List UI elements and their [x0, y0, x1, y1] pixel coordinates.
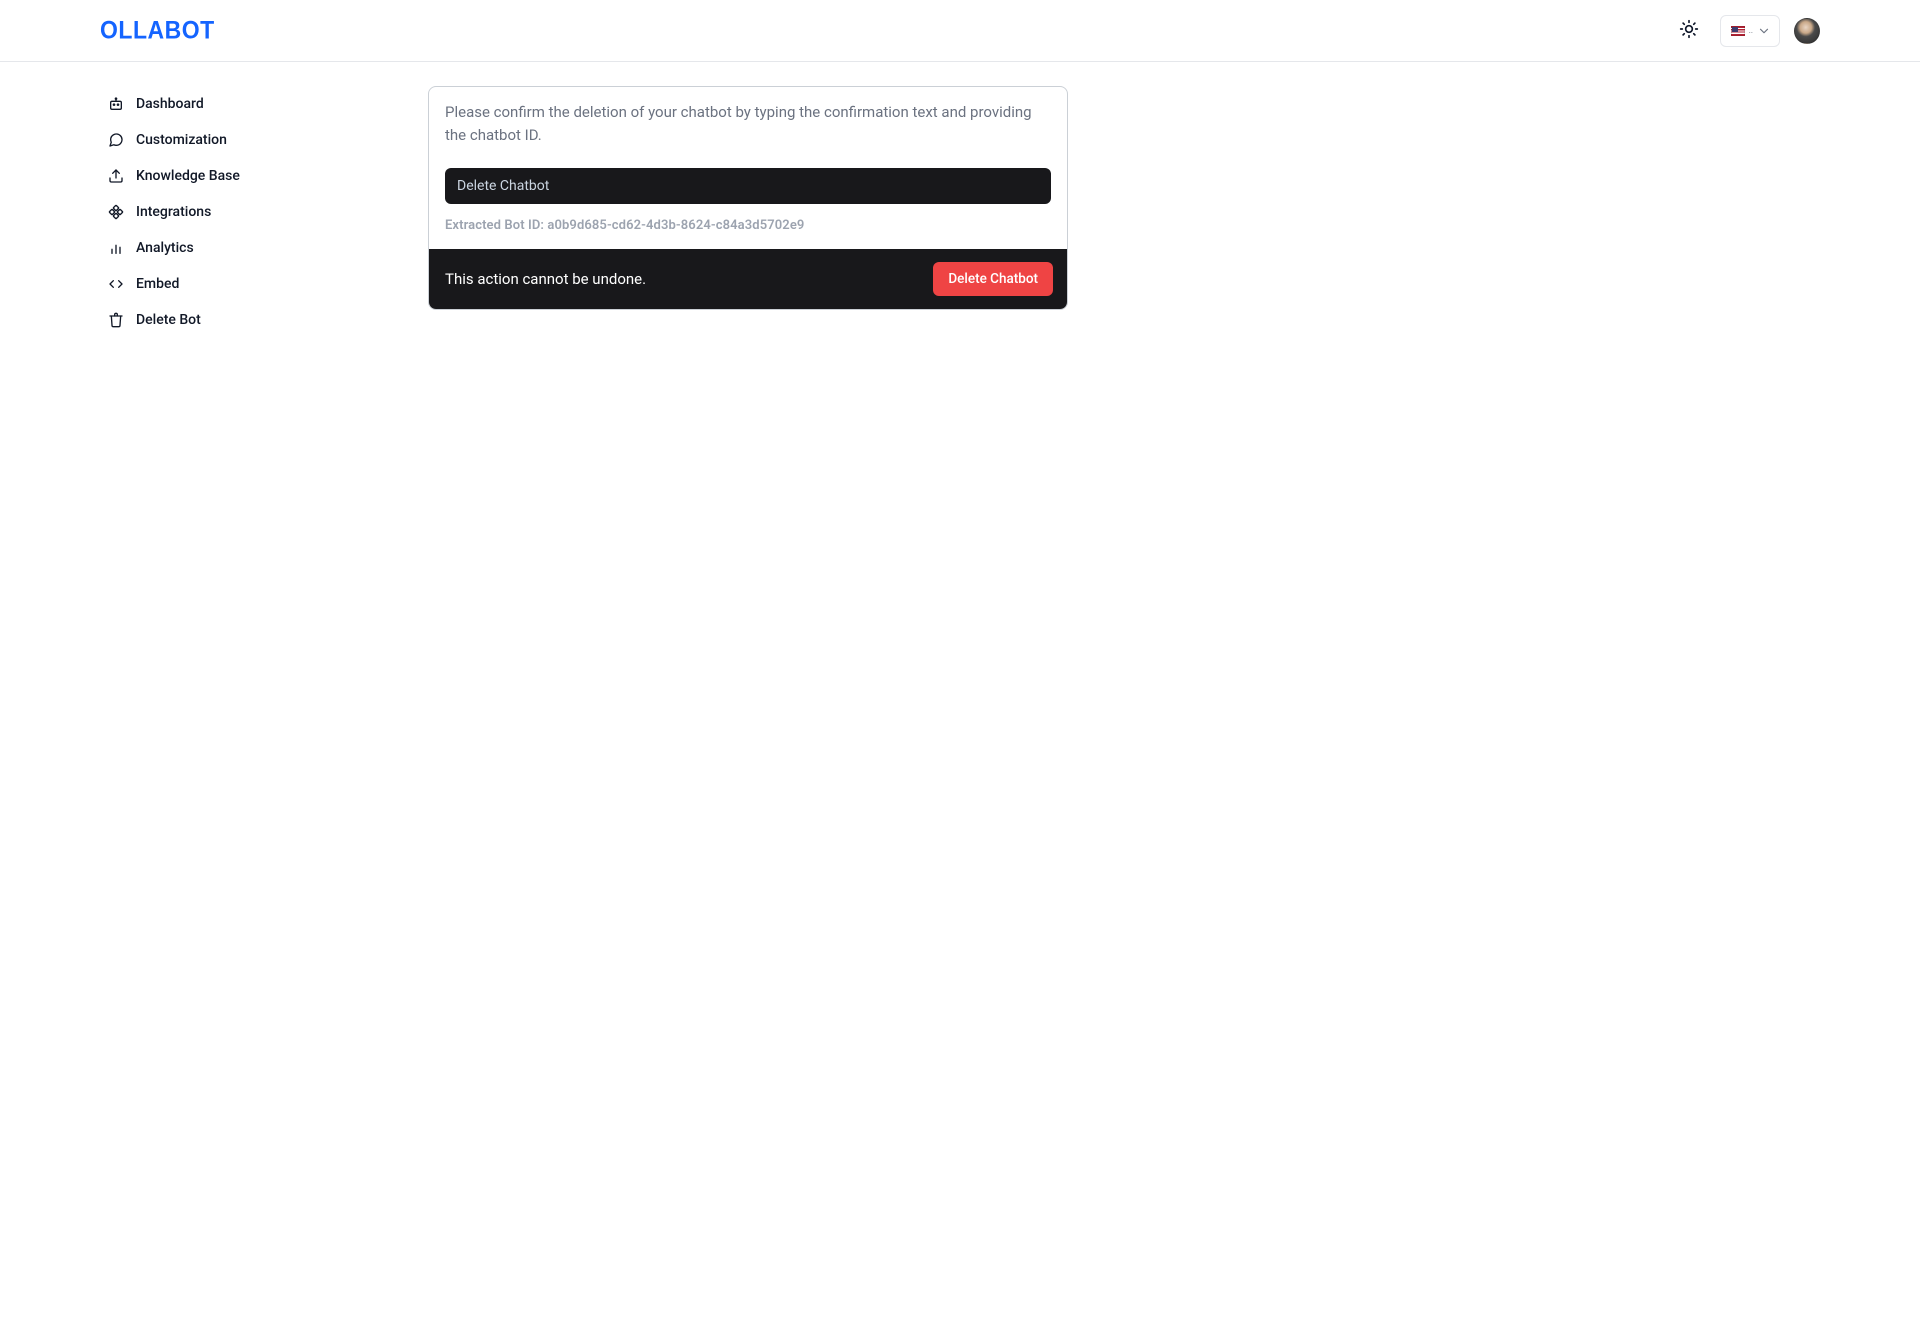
sidebar-item-label: Delete Bot — [136, 312, 201, 328]
card-body: Please confirm the deletion of your chat… — [429, 87, 1067, 249]
main-content: Please confirm the deletion of your chat… — [428, 86, 1068, 340]
sidebar-item-analytics[interactable]: Analytics — [100, 232, 420, 264]
lang-separator: .. — [1749, 26, 1753, 35]
card-footer: This action cannot be undone. Delete Cha… — [429, 249, 1067, 309]
sidebar-item-label: Knowledge Base — [136, 168, 240, 184]
chevron-down-icon — [1757, 24, 1771, 38]
confirmation-input[interactable] — [445, 168, 1051, 204]
page-layout: Dashboard Customization Knowledge Base — [0, 62, 1920, 340]
user-avatar[interactable] — [1794, 18, 1820, 44]
component-icon — [108, 204, 124, 220]
brand-logo[interactable]: OLLABOT — [100, 16, 215, 45]
sidebar-item-label: Dashboard — [136, 96, 204, 112]
chat-icon — [108, 132, 124, 148]
upload-icon — [108, 168, 124, 184]
delete-chatbot-button[interactable]: Delete Chatbot — [933, 262, 1053, 296]
sidebar-nav: Dashboard Customization Knowledge Base — [100, 86, 420, 340]
warning-text: This action cannot be undone. — [445, 270, 646, 288]
bar-chart-icon — [108, 240, 124, 256]
bot-icon — [108, 96, 124, 112]
sidebar-item-delete-bot[interactable]: Delete Bot — [100, 304, 420, 336]
sidebar-item-label: Customization — [136, 132, 227, 148]
sun-icon — [1679, 19, 1699, 42]
us-flag-icon — [1731, 26, 1745, 36]
sidebar-item-embed[interactable]: Embed — [100, 268, 420, 300]
header-actions: .. — [1672, 14, 1820, 48]
trash-icon — [108, 312, 124, 328]
app-header: OLLABOT .. — [0, 0, 1920, 62]
sidebar-item-label: Analytics — [136, 240, 194, 256]
instruction-text: Please confirm the deletion of your chat… — [445, 101, 1051, 146]
language-selector[interactable]: .. — [1720, 15, 1780, 47]
sidebar-item-dashboard[interactable]: Dashboard — [100, 88, 420, 120]
sidebar-item-customization[interactable]: Customization — [100, 124, 420, 156]
delete-card: Please confirm the deletion of your chat… — [428, 86, 1068, 310]
extracted-bot-id: Extracted Bot ID: a0b9d685-cd62-4d3b-862… — [445, 218, 1051, 233]
sidebar-item-label: Integrations — [136, 204, 211, 220]
sidebar-item-label: Embed — [136, 276, 179, 292]
code-icon — [108, 276, 124, 292]
sidebar-item-knowledge-base[interactable]: Knowledge Base — [100, 160, 420, 192]
theme-toggle-button[interactable] — [1672, 14, 1706, 48]
sidebar-item-integrations[interactable]: Integrations — [100, 196, 420, 228]
